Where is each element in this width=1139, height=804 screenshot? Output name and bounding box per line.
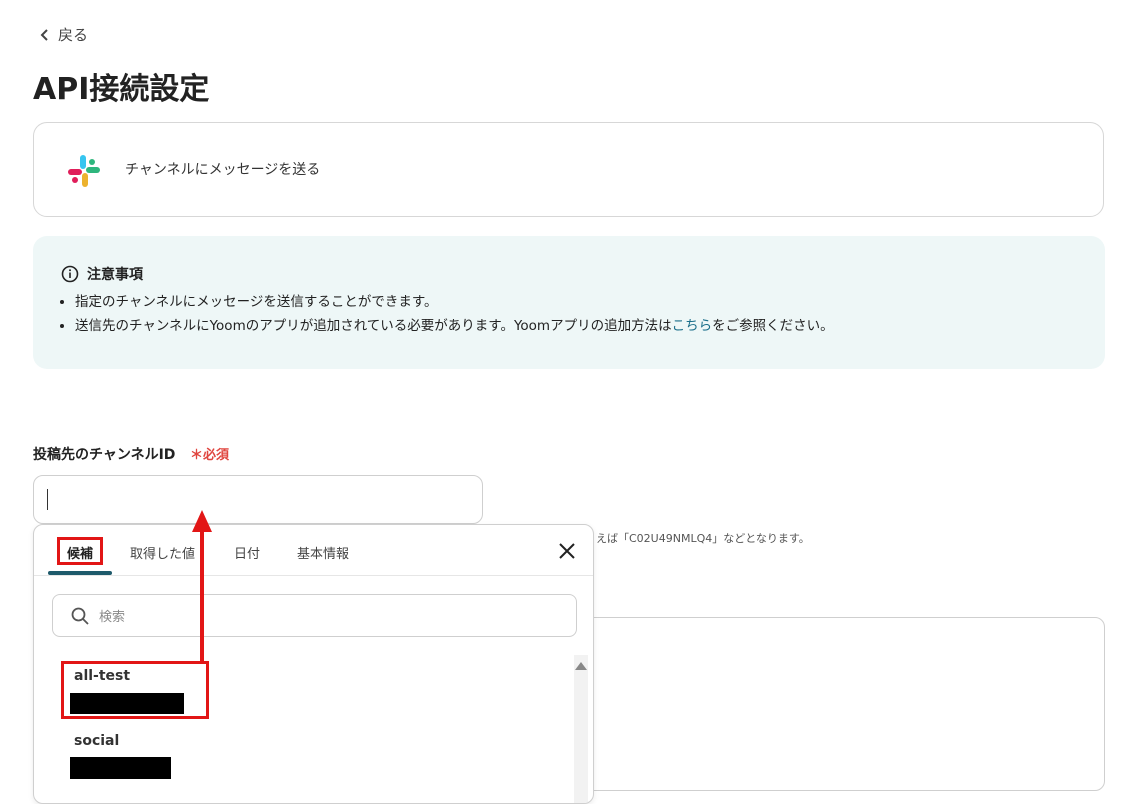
redacted-channel-id	[70, 757, 171, 779]
option-social[interactable]: social	[74, 733, 119, 749]
message-textarea[interactable]	[570, 617, 1105, 791]
active-tab-indicator	[48, 571, 112, 575]
search-icon	[71, 607, 89, 625]
info-icon	[61, 265, 79, 283]
slack-logo-icon	[68, 155, 100, 187]
notice-text: 送信先のチャンネルにYoomのアプリが追加されている必要があります。Yoomアプ…	[75, 318, 672, 334]
channel-id-input[interactable]	[33, 475, 483, 524]
field-hint: えば「C02U49NMLQ4」などとなります。	[596, 532, 810, 545]
notice-text: をご参照ください。	[712, 318, 834, 334]
annotation-arrow	[200, 528, 204, 662]
notice-item: 指定のチャンネルにメッセージを送信することができます。	[75, 290, 834, 314]
action-label: チャンネルにメッセージを送る	[125, 162, 321, 178]
notice-heading-text: 注意事項	[87, 267, 143, 283]
asterisk-icon: ＊	[190, 448, 204, 463]
notice-item: 送信先のチャンネルにYoomのアプリが追加されている必要があります。Yoomアプ…	[75, 314, 834, 338]
search-input[interactable]	[97, 605, 561, 629]
highlight-box-tab	[57, 537, 103, 565]
notice-heading: 注意事項	[61, 264, 143, 284]
notice-panel: 注意事項 指定のチャンネルにメッセージを送信することができます。 送信先のチャン…	[33, 236, 1105, 369]
notice-list: 指定のチャンネルにメッセージを送信することができます。 送信先のチャンネルにYo…	[53, 290, 834, 338]
help-link[interactable]: こちら	[672, 318, 713, 334]
tab-fetched-values[interactable]: 取得した値	[130, 543, 195, 562]
scroll-up-arrow-icon[interactable]	[575, 662, 587, 670]
tab-basic-info[interactable]: 基本情報	[297, 543, 349, 562]
page-title: API接続設定	[33, 72, 210, 107]
arrow-head-icon	[192, 510, 212, 532]
highlight-box-option	[61, 661, 209, 719]
chevron-left-icon	[40, 28, 48, 41]
text-caret	[47, 489, 48, 510]
back-link[interactable]: 戻る	[40, 24, 88, 45]
search-field[interactable]	[52, 594, 577, 637]
scrollbar[interactable]	[574, 655, 588, 803]
close-icon[interactable]	[558, 542, 576, 560]
app-action-card: チャンネルにメッセージを送る	[33, 122, 1104, 217]
tab-date[interactable]: 日付	[234, 543, 260, 562]
required-text: 必須	[203, 448, 230, 463]
dropdown-tabs: 候補 取得した値 日付 基本情報	[34, 525, 593, 576]
channel-id-label: 投稿先のチャンネルID	[33, 447, 176, 463]
required-badge: ＊必須	[190, 444, 229, 463]
back-label: 戻る	[58, 26, 89, 44]
